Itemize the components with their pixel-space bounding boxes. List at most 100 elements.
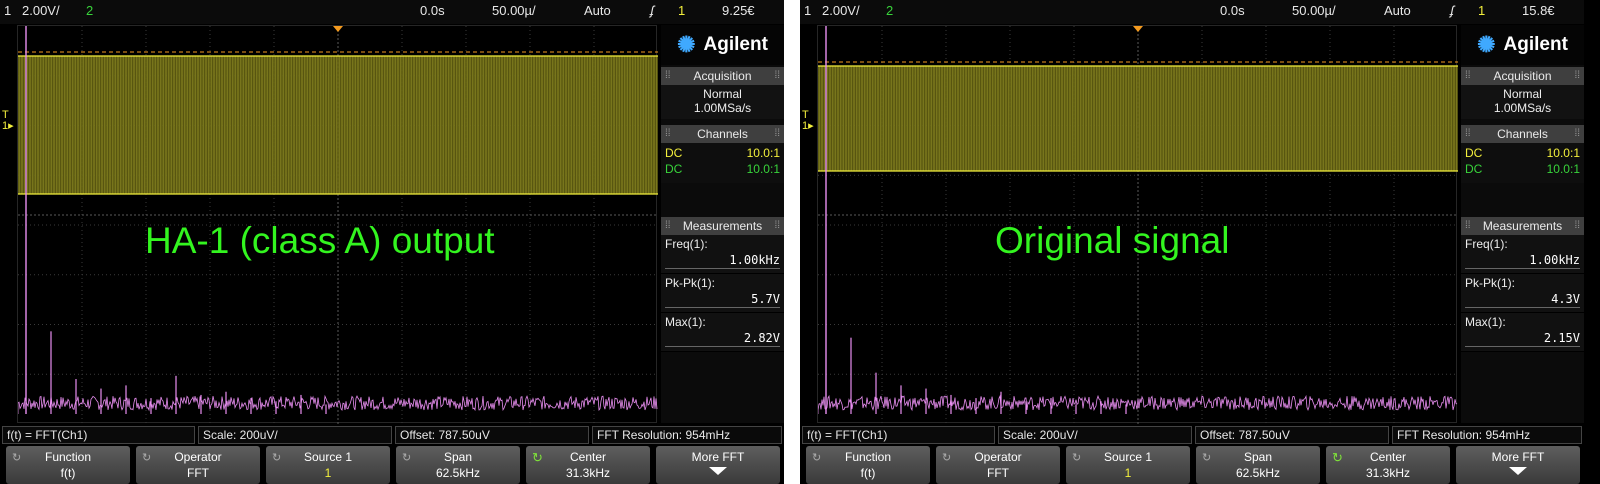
measurement-pkpk[interactable]: Pk-Pk(1): 5.7V xyxy=(661,274,784,313)
sample-rate: 1.00MSa/s xyxy=(1493,101,1552,115)
rotate-icon: ↻ xyxy=(12,452,22,464)
softkey-more-fft[interactable]: More FFT xyxy=(1456,446,1580,484)
softkey-label: Source 1 xyxy=(303,450,353,464)
trigger-position-marker xyxy=(1133,26,1143,32)
softkey-row: ↻ Function f(t) ↻ Operator FFT ↻ Source 1 1 ↻ S… xyxy=(800,446,1584,484)
time-scale[interactable]: 50.00µ/ xyxy=(1292,3,1336,18)
trigger-source[interactable]: 1 xyxy=(1478,3,1485,18)
fft-resolution: FFT Resolution: 954mHz xyxy=(1392,426,1582,444)
ch2-number[interactable]: 2 xyxy=(886,3,893,18)
channels-header: Channels xyxy=(661,125,784,143)
measurement-freq[interactable]: Freq(1): 1.00kHz xyxy=(661,235,784,274)
rotate-active-icon: ↻ xyxy=(1332,450,1343,465)
channel-row-2[interactable]: DC 10.0:1 xyxy=(661,161,784,177)
softkey-row: ↻ Function f(t) ↻ Operator FFT ↻ Source 1 1 ↻ S… xyxy=(0,446,784,484)
ch1-scale[interactable]: 2.00V/ xyxy=(22,3,60,18)
acquisition-info[interactable]: Normal 1.00MSa/s xyxy=(1461,85,1584,119)
trigger-mode[interactable]: Auto xyxy=(1384,3,1411,18)
channel-coupling: DC xyxy=(1465,162,1483,176)
softkey-label: Operator xyxy=(174,450,222,464)
ch1-ground-marker[interactable]: T 1▸ xyxy=(0,110,17,140)
softkey-label: Span xyxy=(443,450,473,464)
acquisition-info[interactable]: Normal 1.00MSa/s xyxy=(661,85,784,119)
down-arrow-icon xyxy=(1509,467,1527,475)
softkey-value: 31.3kHz xyxy=(1365,466,1411,480)
acquisition-mode: Normal xyxy=(1503,87,1542,101)
panel-separator xyxy=(784,0,800,484)
top-status-bar: 1 2.00V/ 2 0.0s 50.00µ/ Auto ʄ 1 15.8€ xyxy=(800,0,1584,24)
brand-logo: ✺ Agilent xyxy=(661,25,784,65)
softkey-value: 62.5kHz xyxy=(1235,466,1281,480)
measurement-max[interactable]: Max(1): 2.82V xyxy=(661,313,784,352)
channel-coupling: DC xyxy=(665,162,683,176)
softkey-source[interactable]: ↻ Source 1 1 xyxy=(1066,446,1190,484)
time-scale[interactable]: 50.00µ/ xyxy=(492,3,536,18)
annotation-text: Original signal xyxy=(995,220,1230,261)
softkey-span[interactable]: ↻ Span 62.5kHz xyxy=(1196,446,1320,484)
sample-rate: 1.00MSa/s xyxy=(693,101,752,115)
softkey-source[interactable]: ↻ Source 1 1 xyxy=(266,446,390,484)
softkey-value: FFT xyxy=(987,466,1009,480)
channel-list[interactable]: DC 10.0:1 DC 10.0:1 xyxy=(1461,143,1584,183)
measurement-value: 1.00kHz xyxy=(665,253,780,269)
trigger-source[interactable]: 1 xyxy=(678,3,685,18)
measurement-label: Pk-Pk(1): xyxy=(665,276,716,290)
channel-probe: 10.0:1 xyxy=(746,162,780,176)
softkey-label: Span xyxy=(1243,450,1273,464)
time-position[interactable]: 0.0s xyxy=(1220,3,1245,18)
rotate-icon: ↻ xyxy=(1202,452,1212,464)
rotate-icon: ↻ xyxy=(142,452,152,464)
acquisition-header: Acquisition xyxy=(661,67,784,85)
measurement-pkpk[interactable]: Pk-Pk(1): 4.3V xyxy=(1461,274,1584,313)
math-function: f(t) = FFT(Ch1) xyxy=(802,426,995,444)
softkey-more-fft[interactable]: More FFT xyxy=(656,446,780,484)
softkey-center[interactable]: ↻ Center 31.3kHz xyxy=(1326,446,1450,484)
softkey-function[interactable]: ↻ Function f(t) xyxy=(6,446,130,484)
channel-list[interactable]: DC 10.0:1 DC 10.0:1 xyxy=(661,143,784,183)
sidebar: ✺ Agilent Acquisition Normal 1.00MSa/s Ch… xyxy=(1461,25,1584,423)
math-function: f(t) = FFT(Ch1) xyxy=(2,426,195,444)
softkey-function[interactable]: ↻ Function f(t) xyxy=(806,446,930,484)
measurement-label: Freq(1): xyxy=(1465,237,1508,251)
measurement-label: Max(1): xyxy=(665,315,706,329)
rotate-icon: ↻ xyxy=(272,452,282,464)
measurement-label: Freq(1): xyxy=(665,237,708,251)
softkey-label: Operator xyxy=(974,450,1022,464)
softkey-value: 1 xyxy=(324,466,332,480)
softkey-value: 1 xyxy=(1124,466,1132,480)
ch1-ground-marker[interactable]: T 1▸ xyxy=(800,110,817,140)
softkey-operator[interactable]: ↻ Operator FFT xyxy=(936,446,1060,484)
trigger-mode[interactable]: Auto xyxy=(584,3,611,18)
trigger-level[interactable]: 15.8€ xyxy=(1522,3,1555,18)
ch1-number[interactable]: 1 xyxy=(804,3,811,18)
ch1-number[interactable]: 1 xyxy=(4,3,11,18)
channel-row-1[interactable]: DC 10.0:1 xyxy=(1461,145,1584,161)
softkey-center[interactable]: ↻ Center 31.3kHz xyxy=(526,446,650,484)
rotate-icon: ↻ xyxy=(1072,452,1082,464)
time-position[interactable]: 0.0s xyxy=(420,3,445,18)
trigger-edge-icon: ʄ xyxy=(1450,3,1454,18)
softkey-value: FFT xyxy=(187,466,209,480)
softkey-value: f(t) xyxy=(860,466,876,480)
measurement-value: 1.00kHz xyxy=(1465,253,1580,269)
measurement-value: 2.15V xyxy=(1465,331,1580,347)
rotate-active-icon: ↻ xyxy=(532,450,543,465)
ch2-number[interactable]: 2 xyxy=(86,3,93,18)
measurement-freq[interactable]: Freq(1): 1.00kHz xyxy=(1461,235,1584,274)
channel-row-1[interactable]: DC 10.0:1 xyxy=(661,145,784,161)
softkey-span[interactable]: ↻ Span 62.5kHz xyxy=(396,446,520,484)
channel-coupling: DC xyxy=(1465,146,1483,160)
measurement-max[interactable]: Max(1): 2.15V xyxy=(1461,313,1584,352)
math-offset: Offset: 787.50uV xyxy=(1195,426,1389,444)
softkey-label: Function xyxy=(44,450,92,464)
scope-panel-left: 1 2.00V/ 2 0.0s 50.00µ/ Auto ʄ 1 9.25€ T… xyxy=(0,0,784,484)
softkey-label: Source 1 xyxy=(1103,450,1153,464)
softkey-label: More FFT xyxy=(1491,450,1545,464)
softkey-label: Center xyxy=(1369,450,1407,464)
ch1-scale[interactable]: 2.00V/ xyxy=(822,3,860,18)
channel-row-2[interactable]: DC 10.0:1 xyxy=(1461,161,1584,177)
brand-name: Agilent xyxy=(1503,34,1568,55)
trigger-level[interactable]: 9.25€ xyxy=(722,3,755,18)
softkey-operator[interactable]: ↻ Operator FFT xyxy=(136,446,260,484)
brand-logo: ✺ Agilent xyxy=(1461,25,1584,65)
